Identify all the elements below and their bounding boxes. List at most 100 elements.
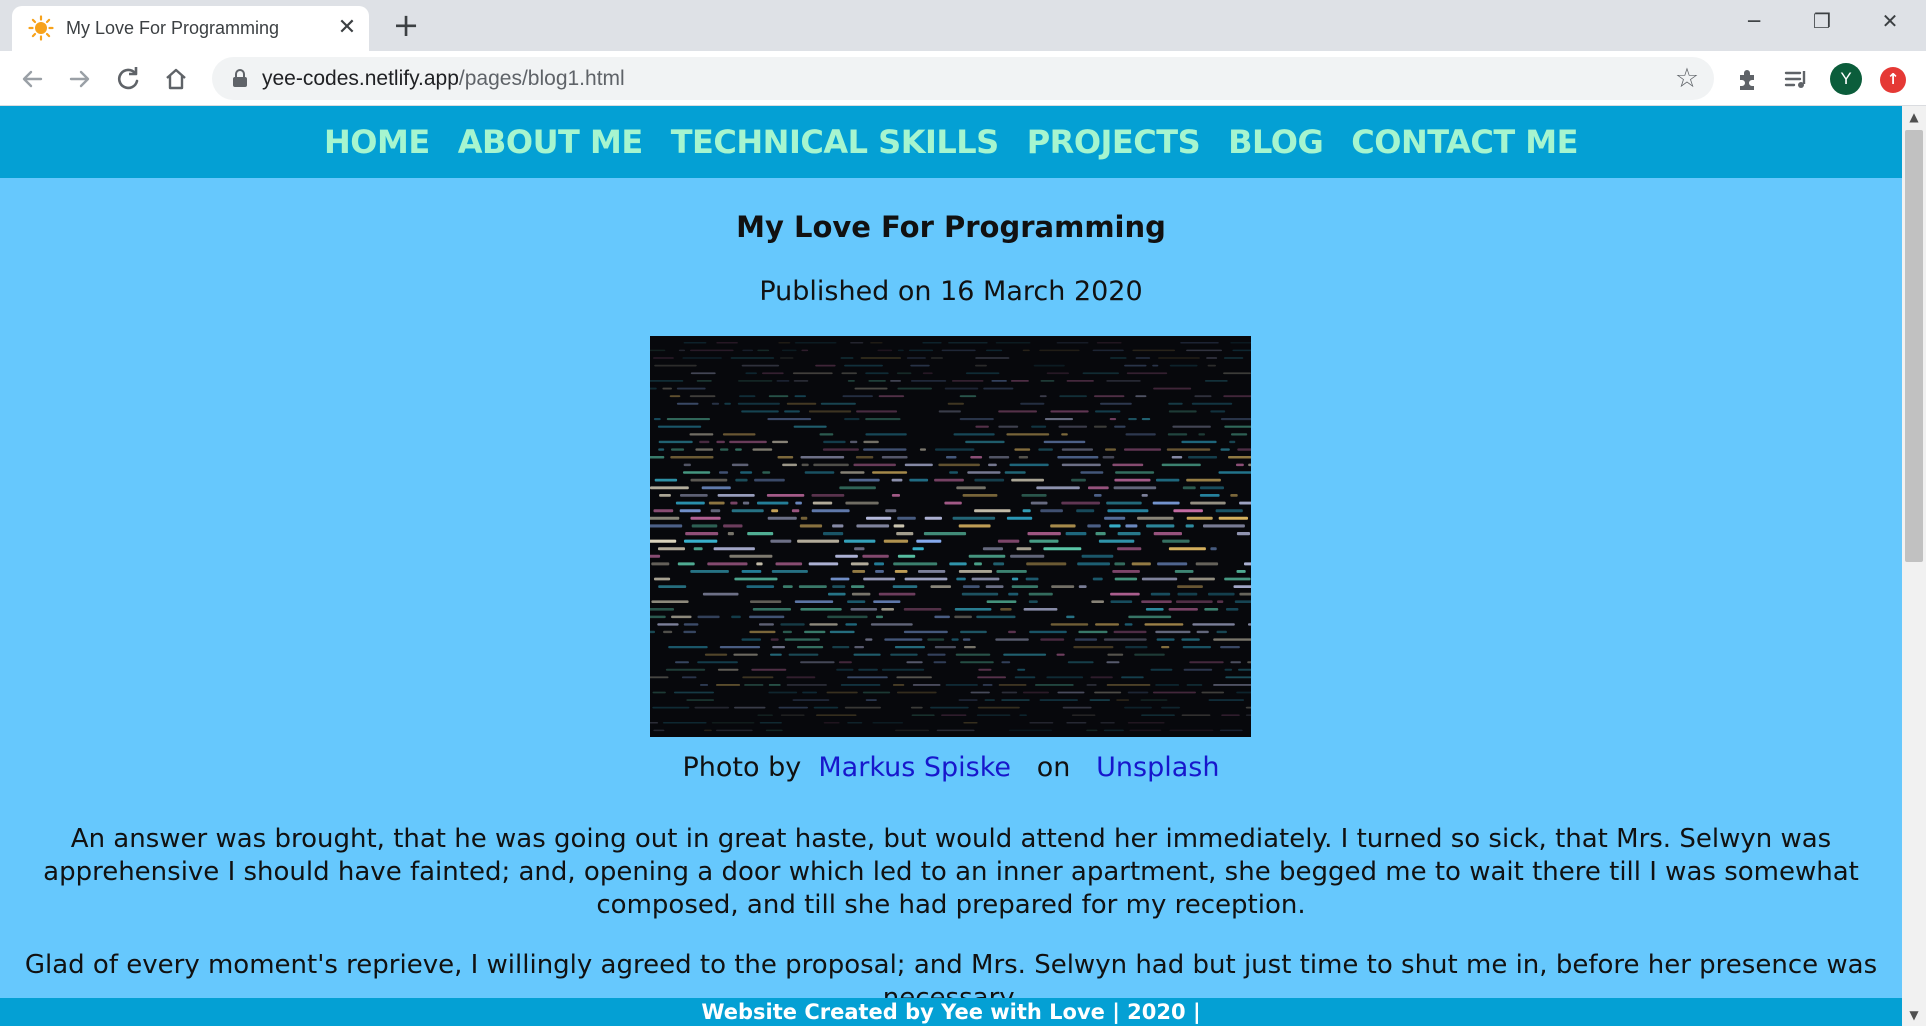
forward-arrow-icon[interactable] — [62, 61, 98, 97]
code-glyph-dash — [1129, 729, 1162, 732]
code-glyph-dash — [1153, 387, 1192, 390]
scrollbar-thumb[interactable] — [1905, 130, 1923, 562]
code-glyph-dash — [708, 501, 725, 505]
window-close-button[interactable]: ✕ — [1856, 0, 1924, 44]
code-glyph-dash — [1026, 562, 1067, 566]
code-glyph-dash — [991, 380, 1007, 382]
maximize-button[interactable]: ❐ — [1788, 0, 1856, 44]
code-glyph-dash — [653, 418, 661, 421]
code-glyph-dash — [662, 722, 707, 724]
code-glyph-dash — [682, 357, 722, 359]
code-glyph-dash — [1089, 699, 1111, 701]
code-glyph-dash — [912, 684, 941, 686]
extensions-icon[interactable] — [1732, 63, 1764, 95]
code-glyph-dash — [800, 516, 808, 520]
code-glyph-dash — [996, 570, 1027, 573]
code-glyph-dash — [741, 638, 761, 641]
code-glyph-dash — [894, 646, 925, 649]
code-glyph-dash — [746, 585, 775, 588]
back-arrow-icon[interactable] — [14, 61, 50, 97]
code-glyph-dash — [1137, 516, 1174, 520]
code-glyph-dash — [731, 509, 764, 513]
code-glyph-dash — [1186, 349, 1222, 352]
nav-home-link[interactable]: HOME — [324, 106, 430, 178]
code-glyph-dash — [741, 570, 762, 573]
code-glyph-dash — [804, 630, 826, 634]
photographer-link[interactable]: Markus Spiske — [818, 752, 1011, 783]
code-glyph-dash — [823, 722, 840, 724]
code-glyph-dash — [680, 494, 708, 497]
code-glyph-dash — [716, 440, 725, 444]
code-glyph-dash — [893, 524, 905, 528]
code-glyph-dash — [955, 653, 991, 656]
nav-about-link[interactable]: ABOUT ME — [458, 106, 644, 178]
code-glyph-dash — [654, 577, 671, 581]
address-bar[interactable]: yee-codes.netlify.app/pages/blog1.html ☆ — [212, 57, 1714, 100]
nav-skills-link[interactable]: TECHNICAL SKILLS — [671, 106, 1000, 178]
code-glyph-dash — [675, 501, 705, 505]
code-glyph-dash — [855, 456, 874, 459]
code-glyph-dash — [1066, 722, 1087, 724]
code-glyph-dash — [797, 646, 824, 649]
code-glyph-dash — [1106, 501, 1142, 505]
code-glyph-dash — [918, 570, 946, 573]
code-glyph-dash — [651, 600, 689, 603]
code-glyph-dash — [949, 562, 967, 566]
new-tab-button[interactable]: + — [388, 8, 424, 44]
scroll-down-arrow-icon[interactable]: ▼ — [1902, 1004, 1926, 1026]
nav-blog-link[interactable]: BLOG — [1228, 106, 1324, 178]
nav-contact-link[interactable]: CONTACT ME — [1351, 106, 1578, 178]
code-glyph-dash — [784, 638, 820, 641]
url-text[interactable]: yee-codes.netlify.app/pages/blog1.html — [262, 67, 625, 91]
scroll-up-arrow-icon[interactable]: ▲ — [1902, 106, 1926, 128]
code-glyph-dash — [884, 638, 923, 641]
code-glyph-dash — [754, 478, 785, 482]
code-glyph-dash — [782, 463, 797, 467]
code-glyph-dash — [800, 661, 835, 664]
code-glyph-dash — [1117, 547, 1142, 551]
minimize-button[interactable]: ─ — [1720, 0, 1788, 44]
code-glyph-dash — [1169, 364, 1198, 367]
code-glyph-dash — [1167, 433, 1188, 436]
code-glyph-dash — [1094, 691, 1122, 694]
bookmark-star-icon[interactable]: ☆ — [1672, 64, 1702, 94]
code-glyph-dash — [658, 585, 687, 588]
browser-tab[interactable]: My Love For Programming ✕ — [12, 6, 369, 51]
code-glyph-dash — [897, 516, 916, 520]
vertical-scrollbar[interactable]: ▲ ▼ — [1902, 106, 1926, 1026]
code-glyph-dash — [735, 478, 748, 482]
profile-avatar[interactable]: Y — [1830, 63, 1862, 95]
code-glyph-dash — [890, 653, 918, 656]
code-screen-photo — [650, 336, 1251, 737]
code-glyph-dash — [1030, 501, 1048, 505]
code-glyph-dash — [1061, 501, 1100, 505]
code-glyph-dash — [1008, 729, 1053, 732]
code-glyph-dash — [1173, 509, 1203, 513]
code-glyph-dash — [658, 440, 693, 444]
code-glyph-dash — [650, 524, 683, 528]
code-glyph-dash — [689, 433, 714, 436]
code-glyph-dash — [984, 699, 995, 701]
home-icon[interactable] — [158, 61, 194, 97]
code-glyph-dash — [697, 661, 738, 664]
reload-icon[interactable] — [110, 61, 146, 97]
code-glyph-dash — [881, 608, 894, 611]
media-playlist-icon[interactable] — [1780, 63, 1812, 95]
code-glyph-dash — [679, 509, 701, 513]
code-glyph-dash — [1098, 539, 1135, 543]
update-icon[interactable]: ↑ — [1880, 67, 1906, 93]
nav-projects-link[interactable]: PROJECTS — [1027, 106, 1201, 178]
unsplash-link[interactable]: Unsplash — [1096, 752, 1219, 783]
code-glyph-dash — [1102, 456, 1115, 459]
code-glyph-dash — [951, 638, 959, 641]
code-glyph-dash — [958, 524, 991, 528]
code-glyph-dash — [1115, 471, 1155, 474]
code-glyph-dash — [856, 410, 898, 413]
code-glyph-dash — [1001, 699, 1030, 701]
lock-icon[interactable] — [232, 69, 248, 87]
tab-close-icon[interactable]: ✕ — [334, 15, 360, 41]
code-glyph-dash — [1152, 501, 1180, 505]
code-glyph-dash — [1094, 395, 1125, 398]
code-glyph-dash — [977, 676, 1006, 679]
code-glyph-dash — [1152, 364, 1159, 367]
